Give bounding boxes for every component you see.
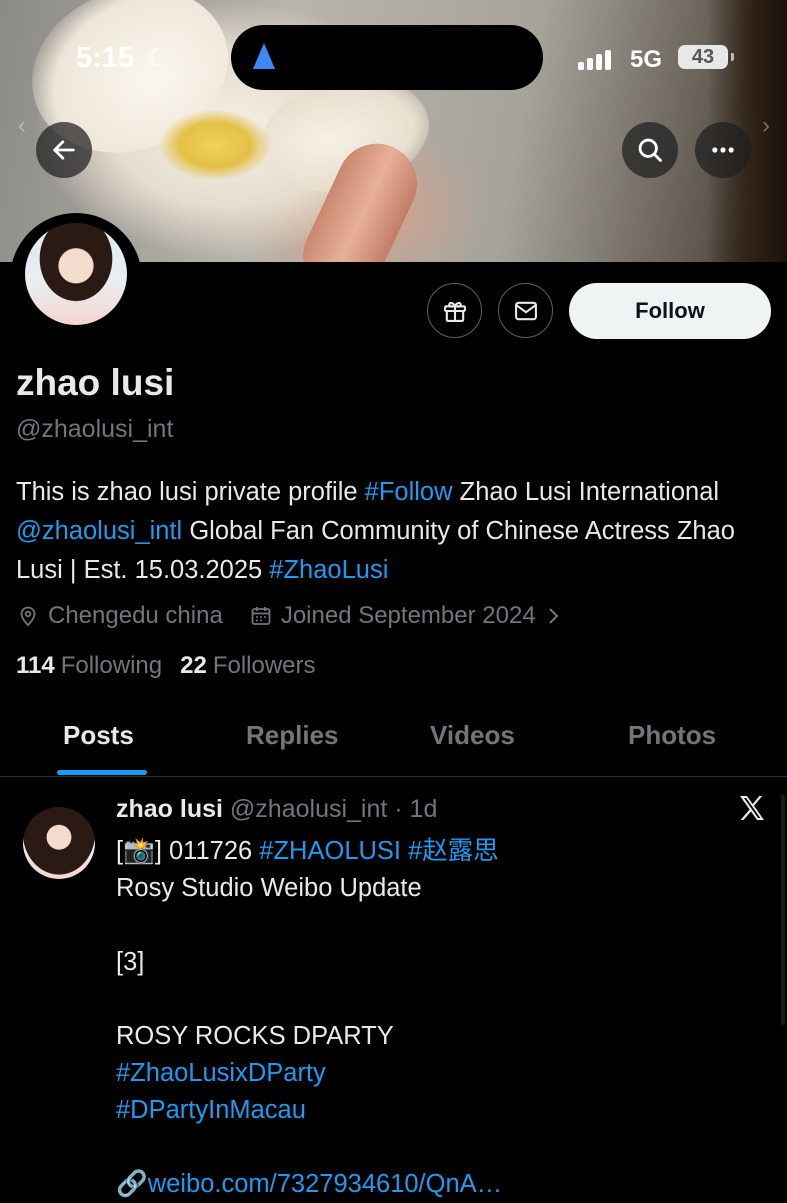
hashtag-link[interactable]: #DPartyInMacau <box>116 1092 756 1129</box>
post-line: [3] <box>116 948 145 976</box>
hashtag-link[interactable]: #ZhaoLusi <box>269 556 388 584</box>
post-author-name[interactable]: zhao lusi <box>116 795 223 823</box>
arrow-left-icon <box>53 140 75 160</box>
following-label: Following <box>60 652 163 679</box>
tab-photos[interactable]: Photos <box>628 720 716 751</box>
more-button[interactable] <box>695 122 751 178</box>
profile-meta: Chengedu china Joined September 2024 <box>16 598 598 634</box>
following-count: 114 <box>16 652 55 679</box>
search-button[interactable] <box>622 122 678 178</box>
post-line: Rosy Studio Weibo Update <box>116 874 422 902</box>
back-button[interactable] <box>36 122 92 178</box>
profile-joined[interactable]: Joined September 2024 <box>249 602 572 630</box>
chevron-left-icon: ‹ <box>18 112 26 139</box>
avatar <box>23 807 95 879</box>
network-type: 5G <box>630 46 663 73</box>
joined-text: Joined September 2024 <box>280 602 536 629</box>
chevron-right-icon <box>548 608 559 624</box>
location-arrow-icon <box>253 43 275 69</box>
hashtag-link[interactable]: #Follow <box>365 478 453 506</box>
status-time: 5:15 <box>76 42 135 74</box>
post-meta: @zhaolusi_int · 1d <box>229 795 438 823</box>
moon-icon: ☾ <box>146 45 168 72</box>
envelope-icon <box>514 301 537 320</box>
followers-label: Followers <box>212 652 316 679</box>
x-logo-icon <box>740 796 764 820</box>
post-item[interactable]: zhao lusi @zhaolusi_int · 1d [📸] 011726 … <box>0 777 787 1200</box>
mention-link[interactable]: @zhaolusi_intl <box>16 517 182 545</box>
profile-avatar-frame <box>10 213 142 345</box>
tab-replies[interactable]: Replies <box>246 720 339 751</box>
tab-videos[interactable]: Videos <box>430 720 515 751</box>
followers-link[interactable]: 22 Followers <box>180 652 315 680</box>
avatar[interactable] <box>25 223 127 325</box>
profile-location: Chengedu china <box>16 602 223 630</box>
active-tab-indicator <box>57 770 147 775</box>
tab-posts[interactable]: Posts <box>63 720 134 751</box>
more-icon <box>712 147 734 153</box>
profile-tabs: Posts Replies Videos Photos <box>0 700 787 777</box>
banner-flower-center <box>160 110 270 180</box>
profile-handle: @zhaolusi_int <box>16 415 174 443</box>
bio-text: This is zhao lusi private profile <box>16 478 365 506</box>
follow-button[interactable]: Follow <box>569 283 771 339</box>
subscribe-gift-button[interactable] <box>427 283 482 338</box>
post-avatar-wrap[interactable] <box>23 807 95 879</box>
scrollbar[interactable] <box>781 795 785 1025</box>
search-icon <box>638 138 662 162</box>
hashtag-link[interactable]: #ZHAOLUSI #赵露思 <box>259 837 498 865</box>
calendar-icon <box>251 607 271 625</box>
post-line: [📸] 011726 <box>116 837 260 865</box>
message-button[interactable] <box>498 283 553 338</box>
hashtag-link[interactable]: #ZhaoLusixDParty <box>116 1055 756 1092</box>
location-pin-icon <box>20 606 36 627</box>
link-icon: 🔗 <box>116 1170 148 1198</box>
profile-stats: 114 Following 22 Followers <box>16 652 334 680</box>
profile-bio: This is zhao lusi private profile #Follo… <box>16 473 776 590</box>
signal-icon <box>578 48 618 70</box>
followers-count: 22 <box>180 652 207 679</box>
profile-name: zhao lusi <box>16 362 175 403</box>
location-text: Chengedu china <box>48 602 223 629</box>
post-header: zhao lusi @zhaolusi_int · 1d <box>116 795 437 824</box>
gift-icon <box>443 301 466 322</box>
dynamic-island <box>231 25 543 90</box>
battery-icon: 43 <box>678 45 734 69</box>
post-line: ROSY ROCKS DPARTY <box>116 1022 394 1050</box>
post-url-link[interactable]: weibo.com/7327934610/QnA… <box>148 1170 502 1198</box>
chevron-right-icon: › <box>762 112 770 139</box>
post-text: [📸] 011726 #ZHAOLUSI #赵露思 Rosy Studio Wei… <box>116 833 756 1203</box>
bio-text: Zhao Lusi International <box>452 478 720 506</box>
following-link[interactable]: 114 Following <box>16 652 162 680</box>
